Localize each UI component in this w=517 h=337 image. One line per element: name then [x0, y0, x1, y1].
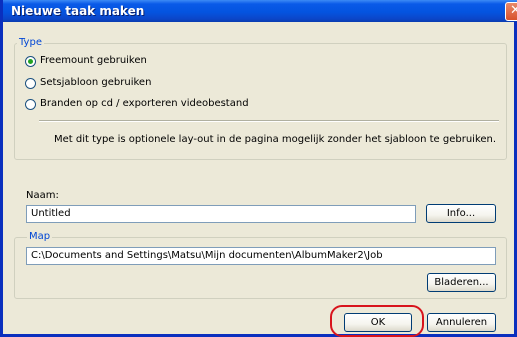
ok-button-highlight — [330, 305, 424, 337]
radio-icon — [25, 78, 36, 89]
radio-label: Freemount gebruiken — [40, 55, 147, 66]
browse-button[interactable]: Bladeren... — [427, 273, 496, 292]
radio-label: Branden op cd / exporteren videobestand — [40, 98, 249, 109]
path-field[interactable]: C:\Documents and Settings\Matsu\Mijn doc… — [26, 247, 496, 265]
name-field[interactable]: Untitled — [26, 205, 416, 223]
map-group-label: Map — [27, 231, 53, 242]
radio-icon — [25, 99, 36, 110]
close-button[interactable]: ✕ — [505, 2, 517, 21]
radio-label: Setsjabloon gebruiken — [40, 77, 152, 88]
type-description: Met dit type is optionele lay-out in de … — [54, 134, 497, 145]
window-title: Nieuwe taak maken — [11, 4, 145, 18]
title-bar[interactable]: Nieuwe taak maken ✕ — [3, 0, 517, 22]
radio-icon — [25, 56, 36, 67]
type-group-label: Type — [17, 37, 44, 48]
dialog-window: Nieuwe taak maken ✕ Type Freemount gebru… — [0, 0, 517, 337]
cancel-button[interactable]: Annuleren — [427, 313, 496, 332]
divider — [39, 120, 499, 122]
name-label: Naam: — [26, 190, 59, 201]
close-icon: ✕ — [510, 3, 517, 18]
info-button[interactable]: Info... — [426, 204, 496, 223]
